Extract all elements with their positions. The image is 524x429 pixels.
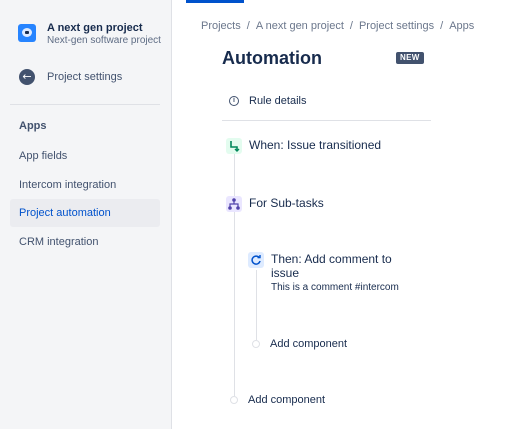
arrow-left-icon: ← (19, 69, 35, 85)
sidebar-section-title: Apps (19, 120, 47, 132)
add-dot-icon (230, 396, 238, 404)
add-component-label: Add component (270, 338, 348, 350)
sidebar-item-app-fields[interactable]: App fields (10, 142, 160, 170)
new-badge: NEW (396, 52, 424, 64)
branch-component[interactable]: For Sub-tasks (226, 196, 324, 212)
rule-details-button[interactable]: i Rule details (229, 95, 306, 107)
breadcrumb-separator: / (440, 20, 444, 32)
back-to-project-settings[interactable]: ← Project settings (19, 69, 122, 85)
project-name: A next gen project (47, 22, 143, 34)
breadcrumb: Projects / A next gen project / Project sett… (201, 20, 474, 32)
breadcrumb-apps[interactable]: Apps (449, 20, 474, 32)
add-component-inner-button[interactable]: Add component (252, 338, 347, 350)
transition-icon (226, 138, 242, 154)
sidebar-item-project-automation[interactable]: Project automation (10, 199, 160, 227)
back-label: Project settings (47, 71, 123, 83)
page-title: Automation (222, 48, 322, 68)
sidebar-item-crm-integration[interactable]: CRM integration (10, 228, 160, 256)
add-component-outer-button[interactable]: Add component (230, 394, 325, 406)
sidebar-item-intercom-integration[interactable]: Intercom integration (10, 171, 160, 199)
project-avatar-icon (18, 24, 36, 42)
refresh-icon (248, 252, 264, 268)
add-component-label: Add component (248, 394, 326, 406)
sidebar-divider (10, 104, 160, 105)
info-icon: i (229, 96, 239, 106)
outer-connector-line (234, 154, 235, 396)
project-type: Next-gen software project (47, 35, 161, 46)
sidebar: A next gen project Next-gen software pro… (0, 0, 172, 429)
active-tab-indicator (186, 0, 244, 3)
breadcrumb-separator: / (349, 20, 353, 32)
breadcrumb-projects[interactable]: Projects (201, 20, 241, 32)
breadcrumb-project-settings[interactable]: Project settings (359, 20, 434, 32)
add-dot-icon (252, 340, 260, 348)
rule-details-divider (222, 120, 431, 121)
breadcrumb-separator: / (246, 20, 250, 32)
trigger-component[interactable]: When: Issue transitioned (226, 138, 381, 154)
breadcrumb-project[interactable]: A next gen project (256, 20, 344, 32)
trigger-label: When: Issue transitioned (249, 138, 382, 152)
action-detail: This is a comment #intercom (271, 282, 399, 293)
project-header[interactable]: A next gen project Next-gen software pro… (18, 22, 161, 47)
action-component[interactable]: Then: Add comment to issue This is a com… (248, 252, 408, 295)
branch-label: For Sub-tasks (249, 196, 324, 210)
rule-details-label: Rule details (249, 95, 307, 107)
action-label: Then: Add comment to issue (271, 252, 392, 280)
branch-icon (226, 196, 242, 212)
